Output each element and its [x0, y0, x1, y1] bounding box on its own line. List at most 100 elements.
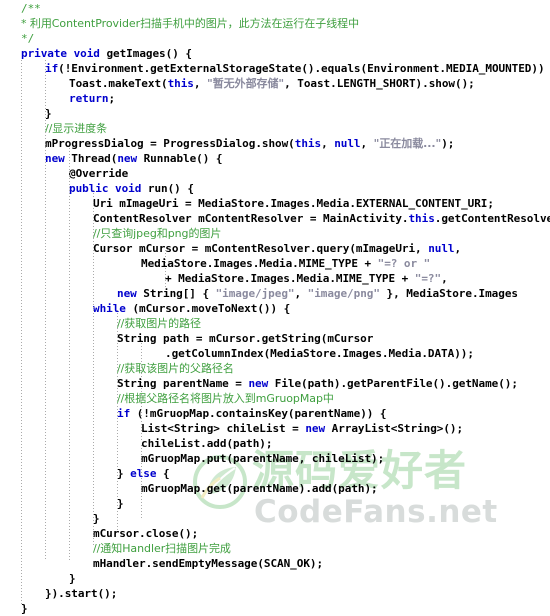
- code-token-pl: );: [441, 137, 455, 150]
- code-token-c: //根据父路径名将图片放入到mGruopMap中: [117, 392, 334, 405]
- code-token-pl: String path = mCursor.getString(mCursor: [117, 332, 374, 345]
- code-token-k: void: [115, 182, 142, 195]
- code-line[interactable]: //获取该图片的父路径名: [0, 361, 550, 376]
- code-line[interactable]: * 利用ContentProvider扫描手机中的图片，此方法在运行在子线程中: [0, 16, 550, 31]
- code-token-pl: mHandler.sendEmptyMessage(SCAN_OK);: [93, 557, 324, 570]
- code-line[interactable]: return;: [0, 91, 550, 106]
- code-line[interactable]: new String[] { "image/jpeg", "image/png"…: [0, 286, 550, 301]
- code-token-s: "=?": [414, 272, 442, 285]
- code-token-k: new: [45, 152, 65, 165]
- code-token-c: */: [21, 32, 35, 45]
- indent-guide: [141, 340, 142, 440]
- code-line[interactable]: //通知Handler扫描图片完成: [0, 541, 550, 556]
- code-token-k: else: [130, 467, 157, 480]
- code-token-k: return: [69, 92, 109, 105]
- code-line[interactable]: ContentResolver mContentResolver = MainA…: [0, 211, 550, 226]
- code-token-pl: ,: [360, 137, 374, 150]
- code-token-k: new: [305, 422, 326, 435]
- code-line[interactable]: /**: [0, 1, 550, 16]
- code-token-pl: chileList.add(path);: [141, 437, 273, 450]
- code-token-k: if: [45, 62, 59, 75]
- code-line[interactable]: mGruopMap.put(parentName, chileList);: [0, 451, 550, 466]
- code-line[interactable]: mGruopMap.get(parentName).add(path);: [0, 481, 550, 496]
- code-token-pl: ArrayList<String>();: [325, 422, 464, 435]
- code-line[interactable]: @Override: [0, 166, 550, 181]
- code-line[interactable]: //根据父路径名将图片放入到mGruopMap中: [0, 391, 550, 406]
- code-token-s: "image/png": [307, 287, 380, 300]
- code-line[interactable]: if (!mGruopMap.containsKey(parentName)) …: [0, 406, 550, 421]
- code-line[interactable]: //显示进度条: [0, 121, 550, 136]
- indent-guide: [69, 148, 70, 560]
- code-line[interactable]: }: [0, 511, 550, 526]
- code-line[interactable]: List<String> chileList = new ArrayList<S…: [0, 421, 550, 436]
- code-token-c: //显示进度条: [45, 122, 108, 135]
- code-line[interactable]: }: [0, 106, 550, 121]
- code-token-c: //获取图片的路径: [117, 317, 201, 330]
- code-token-s: "正在加载...": [373, 137, 442, 150]
- code-line[interactable]: }).start();: [0, 586, 550, 601]
- code-line[interactable]: //获取图片的路径: [0, 316, 550, 331]
- code-line[interactable]: chileList.add(path);: [0, 436, 550, 451]
- code-token-k: new: [117, 152, 138, 165]
- code-line[interactable]: //只查询jpeg和png的图片: [0, 226, 550, 241]
- code-line[interactable]: String path = mCursor.getString(mCursor: [0, 331, 550, 346]
- code-line[interactable]: private void getImages() {: [0, 46, 550, 61]
- code-token-k: this: [294, 137, 322, 150]
- code-line[interactable]: Cursor mCursor = mContentResolver.query(…: [0, 241, 550, 256]
- code-token-pl: String parentName =: [117, 377, 249, 390]
- code-token-pl: }: [117, 467, 131, 480]
- code-token-pl: ,: [193, 77, 208, 90]
- code-token-c: //只查询jpeg和png的图片: [93, 227, 222, 240]
- code-line[interactable]: .getColumnIndex(MediaStore.Images.Media.…: [0, 346, 550, 361]
- code-line[interactable]: }: [0, 601, 550, 616]
- code-line[interactable]: } else {: [0, 466, 550, 481]
- code-token-pl: run() {: [141, 182, 194, 195]
- code-token-pl: (!mGruopMap.containsKey(parentName)) {: [130, 407, 387, 420]
- code-line[interactable]: }: [0, 571, 550, 586]
- code-token-pl: , Toast.LENGTH_SHORT).show();: [284, 77, 475, 90]
- indent-guide: [45, 60, 46, 560]
- indent-guide: [117, 310, 118, 530]
- code-line[interactable]: new Thread(new Runnable() {: [0, 151, 550, 166]
- code-token-pl: Runnable() {: [137, 152, 223, 165]
- code-token-pl: mGruopMap.get(parentName).add(path);: [141, 482, 378, 495]
- code-token-c: * 利用ContentProvider扫描手机中的图片，此方法在运行在子线程中: [21, 17, 360, 30]
- code-token-pl: MediaStore.Images.Media.MIME_TYPE +: [141, 257, 378, 270]
- code-token-k: new: [117, 287, 137, 300]
- code-token-k: null: [334, 137, 361, 150]
- code-line[interactable]: while (mCursor.moveToNext()) {: [0, 301, 550, 316]
- code-line[interactable]: public void run() {: [0, 181, 550, 196]
- code-token-k: new: [248, 377, 269, 390]
- code-token-k: this: [167, 77, 194, 90]
- code-line[interactable]: Toast.makeText(this, "暂无外部存储", Toast.LEN…: [0, 76, 550, 91]
- code-token-s: "image/jpeg": [215, 287, 295, 300]
- code-line[interactable]: mCursor.close();: [0, 526, 550, 541]
- code-line[interactable]: mProgressDialog = ProgressDialog.show(th…: [0, 136, 550, 151]
- code-token-pl: mProgressDialog = ProgressDialog.show(: [45, 137, 295, 150]
- code-token-pl: {: [156, 467, 170, 480]
- code-token-pl: ,: [454, 242, 462, 255]
- code-token-pl: mCursor.close();: [93, 527, 199, 540]
- code-token-pl: + MediaStore.Images.Media.MIME_TYPE +: [165, 272, 415, 285]
- code-token-pl: }).start();: [45, 587, 118, 600]
- code-line[interactable]: Uri mImageUri = MediaStore.Images.Media.…: [0, 196, 550, 211]
- code-token-s: "暂无外部存储": [207, 77, 285, 90]
- code-line[interactable]: }: [0, 496, 550, 511]
- code-token-pl: Thread(: [64, 152, 118, 165]
- code-line[interactable]: */: [0, 31, 550, 46]
- code-line[interactable]: + MediaStore.Images.Media.MIME_TYPE + "=…: [0, 271, 550, 286]
- code-line[interactable]: String parentName = new File(path).getPa…: [0, 376, 550, 391]
- code-token-an: @Override: [69, 167, 129, 180]
- code-token-pl: Uri mImageUri = MediaStore.Images.Media.…: [93, 197, 494, 210]
- code-token-pl: getImages() {: [99, 47, 192, 60]
- code-line[interactable]: mHandler.sendEmptyMessage(SCAN_OK);: [0, 556, 550, 571]
- code-token-k: private: [21, 47, 68, 60]
- code-token-pl: }, MediaStore.Images: [379, 287, 519, 300]
- code-editor-viewport[interactable]: /** * 利用ContentProvider扫描手机中的图片，此方法在运行在子线…: [0, 0, 550, 615]
- code-line[interactable]: MediaStore.Images.Media.MIME_TYPE + "=? …: [0, 256, 550, 271]
- code-token-c: //通知Handler扫描图片完成: [93, 542, 231, 555]
- code-token-pl: String[] {: [136, 287, 216, 300]
- code-line[interactable]: if(!Environment.getExternalStorageState(…: [0, 61, 550, 76]
- code-token-c: /**: [21, 2, 41, 15]
